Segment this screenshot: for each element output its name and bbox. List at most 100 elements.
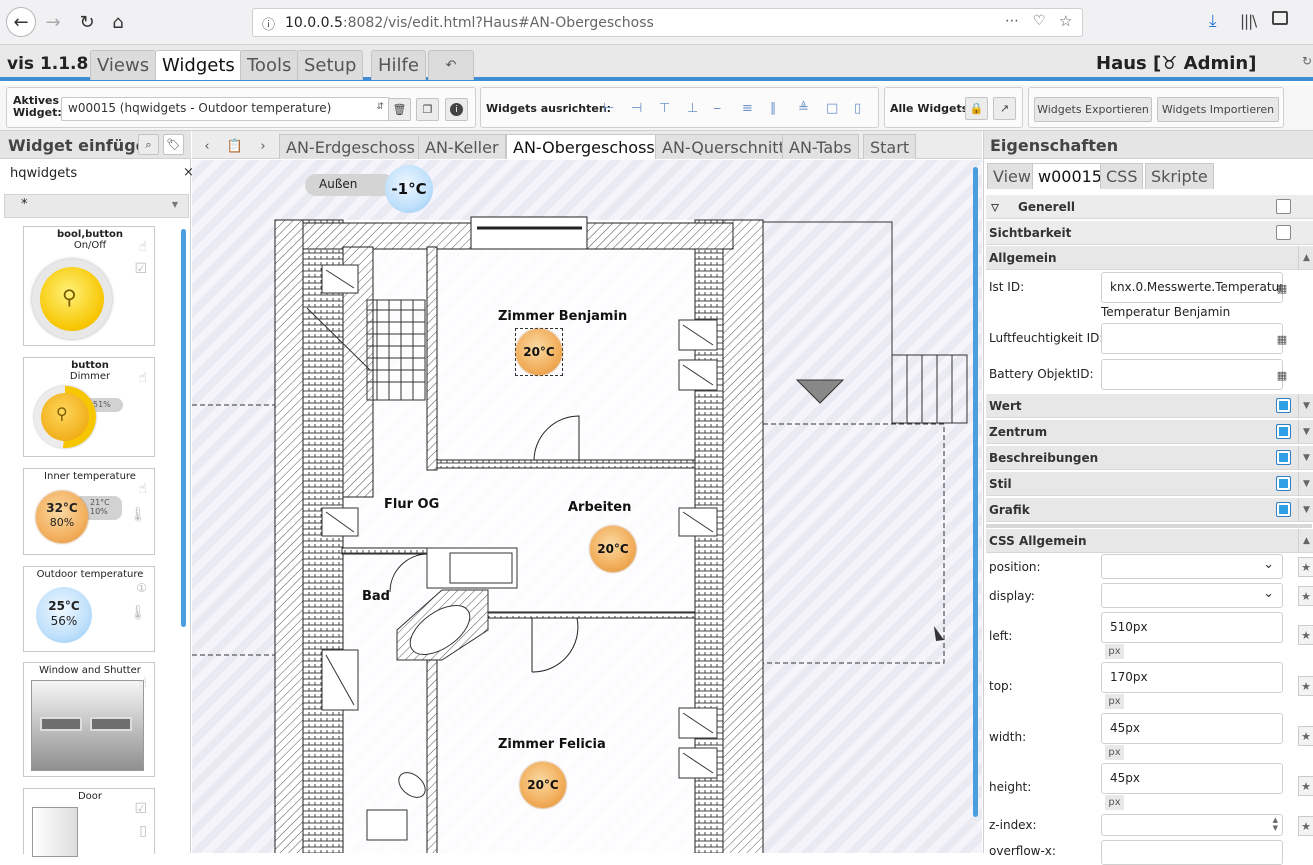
back-icon[interactable]: ← bbox=[6, 7, 36, 37]
tab-an-tabs[interactable]: AN-Tabs bbox=[782, 134, 859, 159]
star-icon[interactable]: ★ bbox=[1298, 726, 1313, 746]
temperature-widget-felicia[interactable]: 20°C bbox=[520, 762, 566, 808]
clipboard-icon[interactable]: 📋 bbox=[223, 134, 247, 158]
expand-icon[interactable]: ▼ bbox=[1298, 472, 1313, 496]
tab-css[interactable]: CSS bbox=[1100, 163, 1144, 189]
lock-all-button[interactable]: 🔒 bbox=[965, 97, 988, 120]
menu-tools[interactable]: Tools bbox=[240, 50, 299, 80]
group-allgemein[interactable]: Allgemein ▲ bbox=[986, 246, 1313, 270]
expand-icon[interactable]: ▼ bbox=[1298, 498, 1313, 522]
same-width-icon[interactable]: □ bbox=[826, 101, 838, 116]
align-hcenter-icon[interactable]: ≡ bbox=[742, 101, 753, 116]
widget-dimmer[interactable]: button Dimmer 51% ⚲ ☝ bbox=[23, 357, 155, 457]
group-css-allgemein[interactable]: CSS Allgemein ▲ bbox=[986, 529, 1313, 553]
group-stil[interactable]: Stil ▼ bbox=[986, 472, 1313, 496]
battery-input[interactable] bbox=[1101, 359, 1283, 390]
align-top-icon[interactable]: ⊤ bbox=[659, 101, 670, 116]
grafik-checkbox[interactable] bbox=[1276, 502, 1291, 517]
star-icon[interactable]: ★ bbox=[1298, 816, 1313, 836]
tab-skripte[interactable]: Skripte bbox=[1145, 163, 1214, 189]
tab-view[interactable]: View bbox=[987, 163, 1037, 189]
star-icon[interactable]: ★ bbox=[1298, 776, 1313, 796]
sichtbarkeit-checkbox[interactable] bbox=[1276, 225, 1291, 240]
pocket-icon[interactable]: ♡ bbox=[1033, 13, 1046, 29]
same-height-icon[interactable]: ▯ bbox=[854, 101, 861, 116]
css-height-input[interactable]: 45px bbox=[1101, 763, 1283, 794]
library-icon[interactable]: |||\ bbox=[1240, 12, 1257, 30]
widget-outdoor-temperature[interactable]: Outdoor temperature 25°C 56% ① 🌡 bbox=[23, 566, 155, 652]
star-icon[interactable]: ★ bbox=[1298, 557, 1313, 577]
spinner-icon[interactable]: ▲ ▼ bbox=[1273, 816, 1278, 832]
palette-search-button[interactable]: ⌕ bbox=[138, 134, 159, 155]
align-right-icon[interactable]: ⊣ bbox=[631, 101, 642, 116]
star-icon[interactable]: ☆ bbox=[1059, 12, 1072, 30]
forward-icon[interactable]: → bbox=[38, 7, 68, 37]
distribute-v-icon[interactable]: ≜ bbox=[798, 101, 809, 116]
menu-hilfe[interactable]: Hilfe bbox=[371, 50, 426, 80]
object-browser-icon[interactable]: ▦ bbox=[1271, 363, 1293, 387]
delete-widget-button[interactable]: 🗑 bbox=[388, 98, 411, 121]
group-generell[interactable]: ▿ Generell bbox=[986, 195, 1313, 219]
reload-icon[interactable]: ↻ bbox=[72, 7, 102, 37]
collapse-icon[interactable]: ▲ bbox=[1298, 529, 1313, 553]
temperature-widget-arbeiten[interactable]: 20°C bbox=[590, 526, 636, 572]
wert-checkbox[interactable] bbox=[1276, 398, 1291, 413]
tabs-scroll-left-icon[interactable]: ‹ bbox=[195, 134, 219, 158]
download-icon[interactable]: ⤓ bbox=[1209, 11, 1217, 31]
palette-scrollbar[interactable] bbox=[181, 229, 186, 627]
menu-views[interactable]: Views bbox=[90, 50, 157, 80]
css-left-input[interactable]: 510px bbox=[1101, 612, 1283, 643]
css-position-select[interactable]: ⌄ bbox=[1101, 554, 1283, 579]
tab-widget[interactable]: w00015 bbox=[1032, 163, 1108, 189]
active-widget-select[interactable]: w00015 (hqwidgets - Outdoor temperature)… bbox=[61, 97, 390, 121]
group-grafik[interactable]: Grafik ▼ bbox=[986, 498, 1313, 522]
stil-checkbox[interactable] bbox=[1276, 476, 1291, 491]
tab-an-erdgeschoss[interactable]: AN-Erdgeschoss bbox=[279, 134, 422, 159]
collapse-icon[interactable]: ▲ bbox=[1298, 246, 1313, 270]
copy-widget-button[interactable]: ❐ bbox=[416, 98, 439, 121]
star-icon[interactable]: ★ bbox=[1298, 625, 1313, 645]
star-icon[interactable]: ★ bbox=[1298, 586, 1313, 606]
more-icon[interactable]: ⋯ bbox=[1005, 13, 1019, 29]
temperature-widget-benjamin[interactable]: 20°C bbox=[516, 329, 562, 375]
expand-icon[interactable]: ▼ bbox=[1298, 446, 1313, 470]
widget-set-select[interactable]: * ▼ bbox=[4, 194, 189, 218]
widget-onoff[interactable]: bool,button On/Off ⚲ ☝ ☑ bbox=[23, 226, 155, 346]
view-canvas[interactable]: Außen -1°C Zimmer Benjamin Flur OG Arbei… bbox=[192, 160, 982, 853]
group-wert[interactable]: Wert ▼ bbox=[986, 394, 1313, 418]
zentrum-checkbox[interactable] bbox=[1276, 424, 1291, 439]
tab-an-obergeschoss[interactable]: AN-Obergeschoss bbox=[506, 134, 662, 159]
expand-icon[interactable]: ▼ bbox=[1298, 394, 1313, 418]
widget-inner-temperature[interactable]: Inner temperature 21°C 10% 32°C 80% ☝ 🌡 bbox=[23, 468, 155, 555]
tab-an-querschnitt[interactable]: AN-Querschnitt bbox=[655, 134, 792, 159]
menu-widgets[interactable]: Widgets bbox=[155, 50, 242, 80]
url-bar[interactable]: ⓘ 10.0.0.5:8082/vis/edit.html?Haus#AN-Ob… bbox=[252, 8, 1083, 37]
group-sichtbarkeit[interactable]: Sichtbarkeit bbox=[986, 221, 1313, 245]
css-zindex-input[interactable]: ▲ ▼ bbox=[1101, 814, 1283, 836]
import-widgets-button[interactable]: Widgets Importieren bbox=[1157, 97, 1279, 122]
widget-filter-input[interactable]: hqwidgets bbox=[4, 164, 189, 186]
home-icon[interactable]: ⌂ bbox=[103, 7, 133, 37]
luftfeuchtigkeit-input[interactable] bbox=[1101, 323, 1283, 354]
align-bottom-icon[interactable]: ⊥ bbox=[687, 101, 698, 116]
info-icon[interactable]: ⓘ bbox=[262, 14, 275, 33]
generell-checkbox[interactable] bbox=[1276, 199, 1291, 214]
tab-an-keller[interactable]: AN-Keller bbox=[418, 134, 506, 159]
expand-icon[interactable]: ▼ bbox=[1298, 420, 1313, 444]
open-external-button[interactable]: ↗ bbox=[993, 97, 1016, 120]
refresh-icon[interactable]: ↻ bbox=[1302, 54, 1312, 68]
css-display-select[interactable]: ⌄ bbox=[1101, 583, 1283, 608]
beschreibungen-checkbox[interactable] bbox=[1276, 450, 1291, 465]
widget-window-shutter[interactable]: Window and Shutter ☝ bbox=[23, 662, 155, 777]
canvas-scrollbar[interactable] bbox=[973, 167, 978, 817]
group-beschreibungen[interactable]: Beschreibungen ▼ bbox=[986, 446, 1313, 470]
widget-info-button[interactable]: i bbox=[445, 98, 468, 121]
tab-start[interactable]: Start bbox=[863, 134, 917, 159]
distribute-h-icon[interactable]: ∥ bbox=[770, 101, 777, 116]
group-zentrum[interactable]: Zentrum ▼ bbox=[986, 420, 1313, 444]
outdoor-temperature-widget[interactable]: -1°C bbox=[385, 165, 433, 213]
object-browser-icon[interactable]: ▦ bbox=[1271, 276, 1293, 300]
tabs-scroll-right-icon[interactable]: › bbox=[251, 134, 275, 158]
sidebar-icon[interactable] bbox=[1272, 11, 1288, 25]
css-width-input[interactable]: 45px bbox=[1101, 713, 1283, 744]
